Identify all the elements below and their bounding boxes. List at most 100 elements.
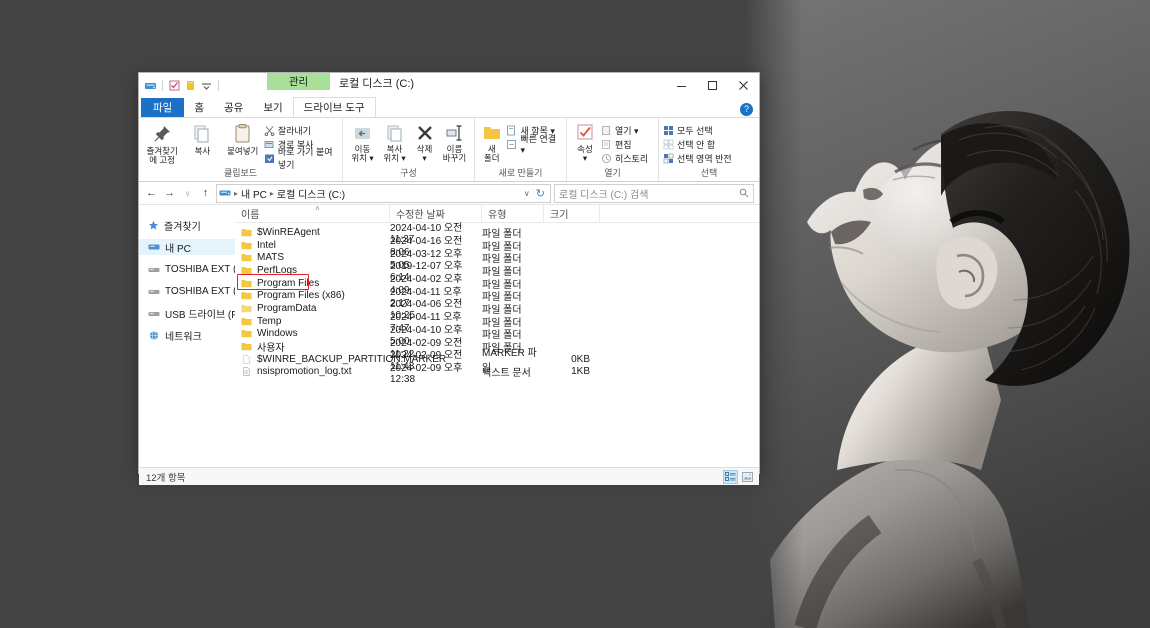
explorer-content: 즐겨찾기 내 PC TOSHIBA EXT (G:) TOSHIBA EXT (… (139, 204, 759, 467)
new-folder-label: 새 폴더 (483, 144, 500, 163)
ribbon-group-organize: 이동 위치 ▾ 복사 위치 ▾ 삭제 ▾ 이름 바꾸기 구성 (343, 118, 475, 181)
column-header-type-label: 유형 (488, 210, 507, 221)
close-button[interactable] (728, 73, 759, 98)
copy-icon (194, 125, 209, 143)
forward-button[interactable]: → (162, 185, 177, 201)
file-name-cell: 사용자 (235, 339, 390, 354)
customize-qat-icon[interactable] (200, 79, 213, 92)
pc-icon (148, 242, 160, 253)
file-name-cell: Program Files (x86) (235, 290, 390, 301)
large-icons-view-button[interactable] (740, 470, 755, 484)
rename-icon (446, 125, 461, 141)
column-header-size[interactable]: 크기 (544, 205, 600, 222)
tab-file[interactable]: 파일 (141, 98, 185, 117)
history-command[interactable]: 히스토리 (601, 152, 648, 164)
contextual-tab-header[interactable]: 관리 (267, 73, 330, 90)
column-header-size-label: 크기 (550, 210, 569, 221)
table-row[interactable]: nsispromotion_log.txt 2024-02-09 오후 12:3… (235, 363, 759, 385)
drive-icon[interactable] (144, 79, 157, 92)
drive-icon (148, 308, 160, 319)
item-count-label: 12개 항목 (146, 472, 186, 484)
copy-button[interactable]: 복사 (183, 120, 221, 156)
address-dropdown-button[interactable]: ∨ (524, 189, 530, 198)
search-placeholder: 로컬 디스크 (C:) 검색 (559, 189, 649, 201)
sidebar-item-network[interactable]: 네트워크 (139, 327, 235, 343)
cut-command[interactable]: 잘라내기 (264, 124, 338, 136)
copy-label: 복사 (194, 146, 211, 156)
properties-icon[interactable] (168, 79, 181, 92)
breadcrumb-item-my-pc[interactable]: 내 PC (241, 186, 267, 201)
easy-access-command[interactable]: 빠른 연결 ▾ (506, 134, 562, 155)
new-folder-button[interactable]: 새 폴더 (479, 120, 504, 163)
help-button[interactable]: ? (740, 103, 753, 116)
sidebar-item-my-pc[interactable]: 내 PC (139, 239, 235, 255)
address-box[interactable]: ▸ 내 PC ▸ 로컬 디스크 (C:) ∨ ↻ (216, 183, 551, 203)
window-controls (666, 73, 759, 98)
breadcrumb-item-local-disk[interactable]: 로컬 디스크 (C:) (277, 186, 345, 201)
file-explorer-window: 관리 로컬 디스크 (C:) 파일 홈 공유 보기 드라이브 도구 ? 즐겨찾기… (138, 72, 760, 485)
copy-to-button[interactable]: 복사 위치 ▾ (380, 120, 410, 163)
ribbon-group-open-label: 열기 (604, 168, 621, 178)
file-name-cell: MATS (235, 252, 390, 263)
quick-access-toolbar[interactable] (139, 73, 221, 98)
folder-icon (241, 304, 252, 313)
pin-icon (154, 126, 171, 142)
rename-button[interactable]: 이름 바꾸기 (440, 120, 470, 163)
refresh-button[interactable]: ↻ (533, 187, 548, 200)
properties-button[interactable]: 속성 ▾ (571, 120, 599, 163)
invert-selection-icon (663, 153, 674, 164)
qat-separator-2 (218, 80, 219, 91)
easy-access-label: 빠른 연결 ▾ (520, 134, 557, 155)
select-all-command[interactable]: 모두 선택 (663, 124, 732, 136)
easy-access-icon (506, 139, 517, 150)
new-folder-icon[interactable] (184, 79, 197, 92)
sidebar-item-toshiba-h[interactable]: TOSHIBA EXT (H:) (139, 283, 250, 299)
paste-button[interactable]: 붙여넣기 (224, 120, 262, 156)
scissors-icon (264, 125, 275, 136)
folder-icon (241, 317, 252, 326)
address-bar: ← → ∨ ↑ ▸ 내 PC ▸ 로컬 디스크 (C:) ∨ ↻ 로컬 디스크 … (139, 182, 759, 204)
tab-view[interactable]: 보기 (253, 98, 292, 117)
status-bar: 12개 항목 (139, 467, 759, 485)
file-name-label: MATS (257, 252, 285, 264)
sidebar-item-network-label: 네트워크 (165, 331, 202, 343)
tab-drive-tools[interactable]: 드라이브 도구 (292, 97, 376, 117)
maximize-button[interactable] (697, 73, 728, 98)
minimize-button[interactable] (666, 73, 697, 98)
file-name-label: Intel (257, 239, 276, 251)
recent-locations-button[interactable]: ∨ (180, 185, 195, 201)
sidebar-item-usb-f[interactable]: USB 드라이브 (F:) (139, 305, 243, 321)
file-name-label: PerfLogs (257, 264, 298, 276)
edit-icon (601, 139, 612, 150)
tab-home[interactable]: 홈 (184, 98, 214, 117)
details-view-button[interactable] (723, 469, 738, 484)
invert-selection-command[interactable]: 선택 영역 반전 (663, 152, 732, 164)
sidebar-item-quick-access[interactable]: 즐겨찾기 (139, 217, 235, 233)
generic-file-icon (241, 354, 252, 364)
file-type-cell: 텍스트 문서 (482, 368, 531, 380)
properties-icon (577, 124, 593, 140)
pin-to-quick-access-button[interactable]: 즐겨찾기에 고정 (143, 120, 181, 165)
select-none-command[interactable]: 선택 안 함 (663, 138, 732, 150)
delete-button[interactable]: 삭제 ▾ (412, 120, 438, 163)
sidebar-item-toshiba-g[interactable]: TOSHIBA EXT (G:) (139, 261, 250, 277)
drive-icon (148, 286, 160, 297)
file-name-cell: $WinREAgent (235, 227, 390, 238)
column-header-name[interactable]: 이름 ˄ (235, 204, 390, 222)
view-mode-buttons (723, 469, 755, 484)
open-command[interactable]: 열기 ▾ (601, 124, 648, 136)
star-icon (148, 220, 159, 231)
select-none-label: 선택 안 함 (677, 139, 716, 150)
delete-icon (417, 126, 432, 140)
copy-to-label: 복사 위치 ▾ (383, 144, 406, 163)
paste-shortcut-command[interactable]: 바로 가기 붙여넣기 (264, 147, 338, 170)
back-button[interactable]: ← (144, 185, 159, 201)
column-header-type[interactable]: 유형 (482, 205, 544, 222)
search-box[interactable]: 로컬 디스크 (C:) 검색 (554, 183, 754, 203)
copy-to-icon (387, 125, 401, 142)
edit-command[interactable]: 편집 (601, 138, 648, 150)
up-button[interactable]: ↑ (198, 185, 213, 201)
tab-share[interactable]: 공유 (214, 98, 253, 117)
move-to-button[interactable]: 이동 위치 ▾ (348, 120, 378, 163)
ribbon: 즐겨찾기에 고정 복사 붙여넣기 잘라내기 경로 복사 바로 가기 붙여넣기 클… (139, 117, 759, 182)
